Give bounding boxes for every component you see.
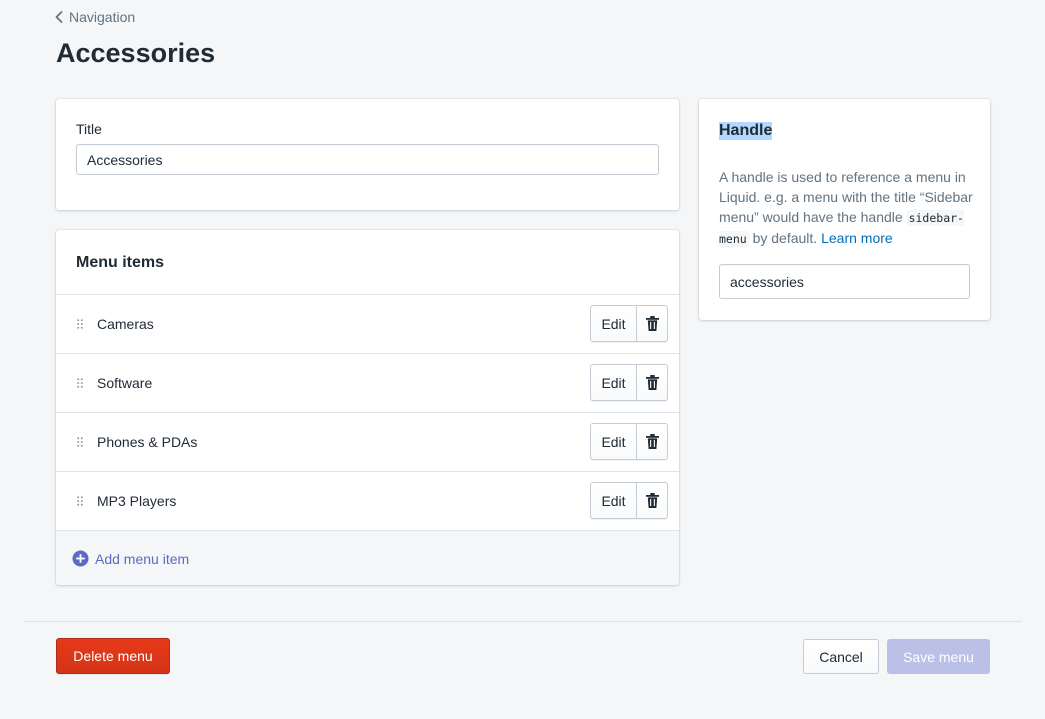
- title-field-label: Title: [76, 121, 102, 137]
- save-menu-button[interactable]: Save menu: [887, 639, 990, 674]
- menu-items-card: Menu items Cameras Edit Software Edit Ph…: [56, 230, 679, 585]
- menu-items-heading: Menu items: [76, 254, 165, 271]
- menu-item-label: MP3 Players: [97, 493, 177, 509]
- handle-description: A handle is used to reference a menu in …: [719, 167, 979, 249]
- learn-more-link[interactable]: Learn more: [821, 230, 893, 246]
- trash-icon: [645, 434, 659, 449]
- handle-card: Handle A handle is used to reference a m…: [699, 99, 990, 320]
- menu-item-row: MP3 Players Edit: [56, 471, 679, 530]
- edit-button[interactable]: Edit: [590, 423, 637, 460]
- page: Navigation Accessories Title Menu items …: [0, 0, 1045, 719]
- delete-item-button[interactable]: [637, 364, 668, 401]
- drag-handle-icon[interactable]: [77, 437, 83, 447]
- drag-handle-icon[interactable]: [77, 496, 83, 506]
- drag-handle-icon[interactable]: [77, 378, 83, 388]
- menu-item-actions: Edit: [590, 305, 668, 342]
- title-input[interactable]: [76, 144, 659, 175]
- title-card: Title: [56, 99, 679, 210]
- delete-item-button[interactable]: [637, 423, 668, 460]
- page-title: Accessories: [56, 38, 216, 68]
- edit-button[interactable]: Edit: [590, 482, 637, 519]
- delete-menu-button[interactable]: Delete menu: [56, 638, 170, 674]
- menu-item-actions: Edit: [590, 482, 668, 519]
- delete-item-button[interactable]: [637, 482, 668, 519]
- chevron-left-icon: [55, 11, 63, 23]
- menu-item-actions: Edit: [590, 423, 668, 460]
- menu-item-row: Phones & PDAs Edit: [56, 412, 679, 471]
- breadcrumb-label: Navigation: [69, 9, 136, 25]
- menu-item-label: Software: [97, 375, 153, 391]
- menu-item-label: Cameras: [97, 316, 154, 332]
- menu-item-actions: Edit: [590, 364, 668, 401]
- menu-items-list: Cameras Edit Software Edit Phones & PDAs…: [56, 294, 679, 530]
- menu-item-row: Cameras Edit: [56, 294, 679, 353]
- cancel-button[interactable]: Cancel: [803, 639, 879, 674]
- menu-item-row: Software Edit: [56, 353, 679, 412]
- drag-handle-icon[interactable]: [77, 319, 83, 329]
- edit-button[interactable]: Edit: [590, 364, 637, 401]
- trash-icon: [645, 375, 659, 390]
- delete-item-button[interactable]: [637, 305, 668, 342]
- plus-circle-icon: [72, 550, 89, 567]
- handle-input[interactable]: [719, 264, 970, 299]
- add-menu-item-label: Add menu item: [95, 550, 190, 567]
- add-menu-item-button[interactable]: Add menu item: [72, 550, 189, 567]
- trash-icon: [645, 316, 659, 331]
- breadcrumb-back-link[interactable]: Navigation: [55, 9, 135, 25]
- handle-heading: Handle: [719, 122, 773, 140]
- edit-button[interactable]: Edit: [590, 305, 637, 342]
- add-menu-item-row: Add menu item: [56, 530, 679, 585]
- menu-item-label: Phones & PDAs: [97, 434, 198, 450]
- footer-divider: [24, 621, 1022, 622]
- trash-icon: [645, 493, 659, 508]
- handle-description-text-end: by default.: [748, 230, 822, 246]
